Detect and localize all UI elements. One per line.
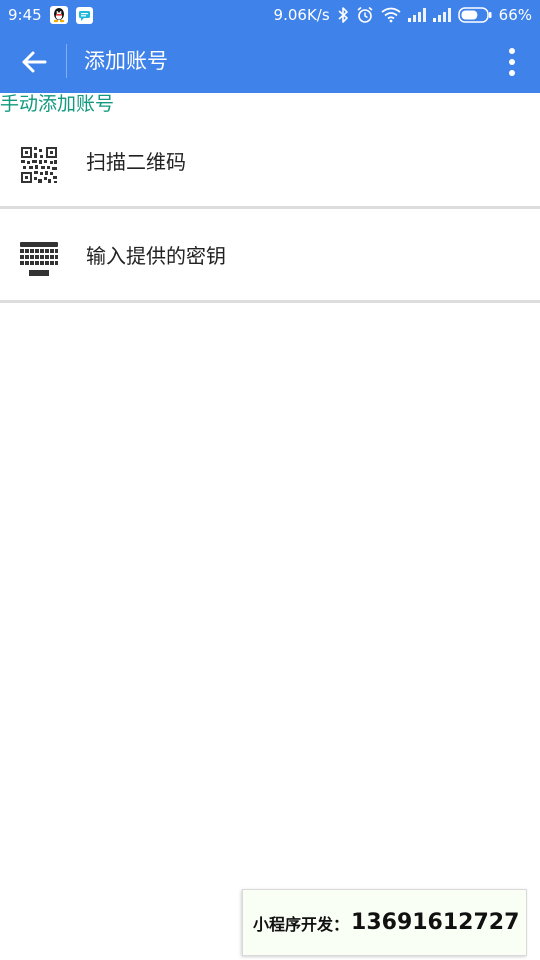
wifi-icon [381, 5, 401, 25]
bluetooth-icon [337, 5, 349, 25]
signal-2-icon [432, 5, 451, 25]
battery-fill [461, 10, 477, 20]
list-item-label: 扫描二维码 [86, 150, 186, 174]
screen: 9:45 9.06K/s 66% 添加账号 手动添加账号 扫描二维码 输入提供的… [0, 0, 540, 960]
message-notification-icon [75, 5, 93, 25]
list-divider [0, 300, 540, 303]
list-divider [0, 206, 540, 209]
network-speed: 9.06K/s [273, 6, 330, 24]
battery-percentage: 66% [498, 6, 532, 24]
keyboard-icon [20, 240, 58, 278]
back-button[interactable] [8, 36, 60, 88]
overflow-menu-button[interactable] [496, 40, 528, 84]
more-vert-icon [509, 48, 515, 76]
list-item-scan-qr[interactable]: 扫描二维码 [0, 116, 540, 208]
list-item-enter-key[interactable]: 输入提供的密钥 [0, 210, 540, 302]
status-right: 9.06K/s 66% [274, 5, 532, 25]
list-item-label: 输入提供的密钥 [86, 244, 226, 268]
section-header: 手动添加账号 [0, 93, 115, 115]
battery-icon [457, 5, 492, 25]
page-title: 添加账号 [84, 49, 168, 73]
status-left: 9:45 [8, 5, 93, 25]
back-arrow-icon [22, 51, 47, 73]
alarm-icon [356, 5, 374, 25]
qr-code-icon [20, 146, 58, 184]
status-bar: 9:45 9.06K/s 66% [0, 0, 540, 30]
qq-notification-icon [49, 5, 68, 25]
promo-banner: 小程序开发： 13691612727 [242, 889, 527, 956]
toolbar-divider [66, 44, 67, 78]
promo-phone-number: 13691612727 [351, 910, 520, 935]
signal-1-icon [407, 5, 426, 25]
promo-label: 小程序开发： [253, 914, 350, 934]
status-time: 9:45 [8, 6, 42, 24]
toolbar: 添加账号 [0, 30, 540, 93]
